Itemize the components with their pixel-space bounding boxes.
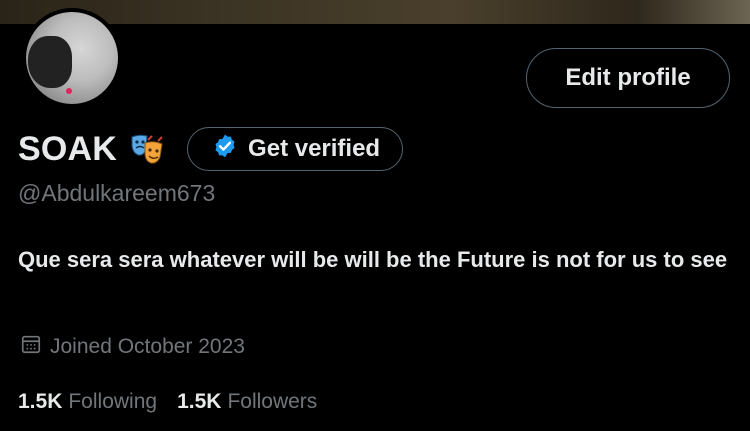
follow-stats: 1.5K Following 1.5K Followers <box>18 390 317 414</box>
verified-badge-icon <box>212 133 238 166</box>
followers-count: 1.5K <box>177 390 222 413</box>
followers-label: Followers <box>227 390 318 413</box>
avatar-figure <box>28 36 72 88</box>
followers-link[interactable]: 1.5K Followers <box>177 390 317 414</box>
joined-date: Joined October 2023 <box>20 333 245 361</box>
joined-label: Joined October 2023 <box>50 335 245 358</box>
edit-profile-button[interactable]: Edit profile <box>526 48 730 108</box>
profile-bio: Que sera sera whatever will be will be t… <box>18 247 728 272</box>
get-verified-button[interactable]: Get verified <box>187 127 404 171</box>
avatar-photo <box>26 12 118 104</box>
get-verified-label: Get verified <box>248 135 381 162</box>
avatar[interactable] <box>22 8 122 108</box>
profile-banner[interactable] <box>0 0 750 24</box>
following-count: 1.5K <box>18 390 63 413</box>
heart-icon <box>66 88 72 94</box>
following-link[interactable]: 1.5K Following <box>18 390 157 414</box>
performing-arts-masks-icon <box>129 131 165 167</box>
name-row: SOAK Get verified <box>18 126 404 172</box>
following-label: Following <box>68 390 158 413</box>
display-name: SOAK <box>18 129 118 168</box>
profile-handle: @Abdulkareem673 <box>18 180 216 206</box>
calendar-icon <box>20 333 42 361</box>
